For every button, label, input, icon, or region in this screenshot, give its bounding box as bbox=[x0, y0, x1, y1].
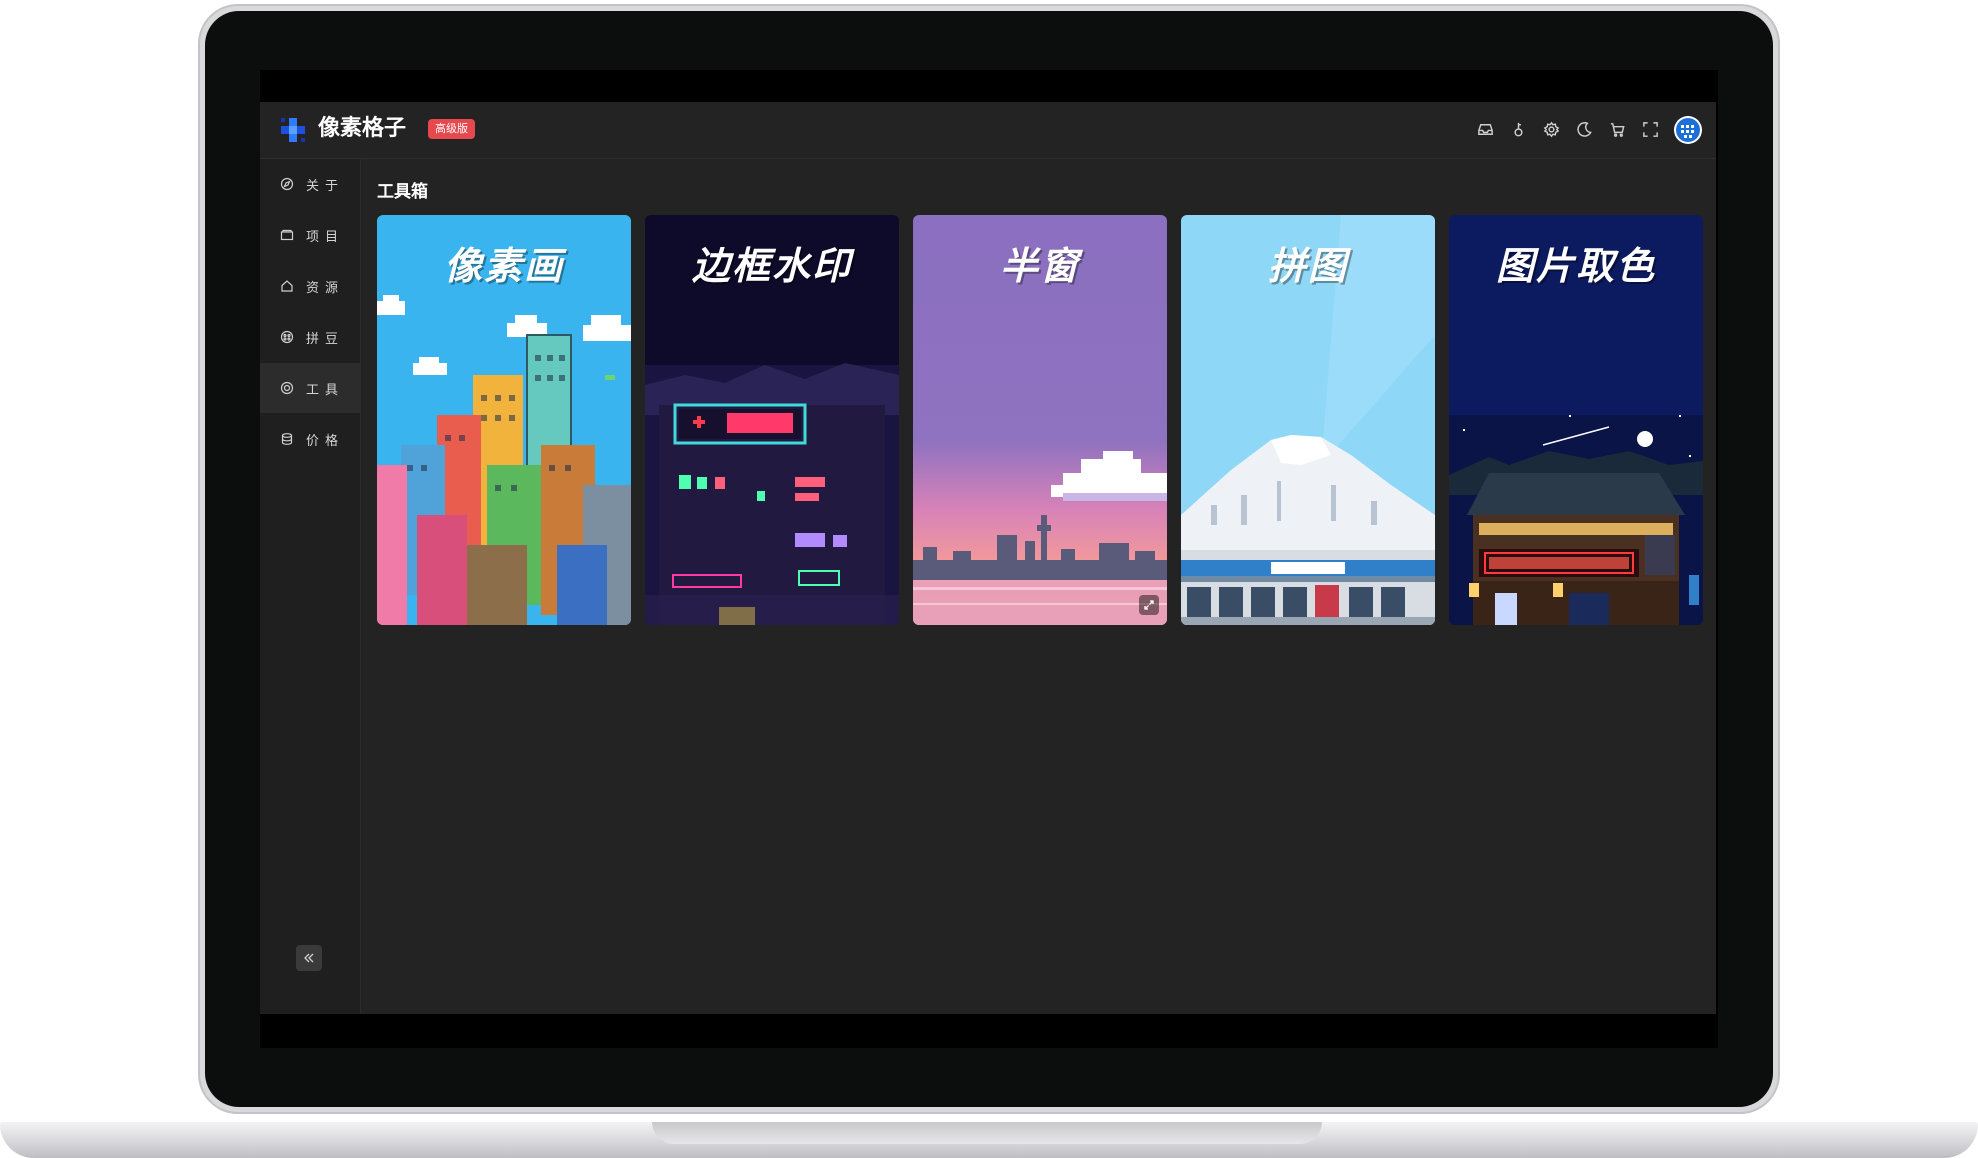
sidebar-item-label: 关于 bbox=[306, 178, 345, 194]
tool-card-color-picker[interactable]: 图片取色 bbox=[1449, 215, 1703, 625]
header-actions bbox=[1476, 120, 1660, 139]
tool-icon bbox=[280, 381, 294, 395]
sidebar-item-tools[interactable]: 工具 bbox=[260, 363, 360, 413]
folder-icon bbox=[280, 229, 294, 241]
home-icon bbox=[281, 280, 293, 292]
sidebar-item-resources[interactable]: 资源 bbox=[260, 261, 360, 311]
moon-icon[interactable] bbox=[1575, 120, 1594, 139]
user-avatar[interactable] bbox=[1674, 116, 1702, 144]
app-title[interactable]: 像素格子 bbox=[318, 114, 406, 144]
sidebar: 关于 项目 资源 拼豆 工具 价格 bbox=[260, 159, 361, 1014]
tool-card-title: 图片取色 bbox=[1495, 244, 1656, 288]
tool-card-border-watermark[interactable]: 边框水印 bbox=[645, 215, 899, 625]
tool-card-title: 拼图 bbox=[1267, 244, 1348, 288]
app-logo-icon[interactable] bbox=[278, 115, 308, 145]
tool-card-title: 半窗 bbox=[999, 244, 1080, 288]
collapse-sidebar-button[interactable] bbox=[296, 945, 322, 971]
sidebar-item-pricing[interactable]: 价格 bbox=[260, 414, 360, 464]
sidebar-item-label: 工具 bbox=[306, 382, 345, 398]
sidebar-item-label: 资源 bbox=[306, 280, 345, 296]
database-icon bbox=[281, 433, 293, 445]
sidebar-item-projects[interactable]: 项目 bbox=[260, 210, 360, 260]
fullscreen-icon[interactable] bbox=[1641, 120, 1660, 139]
premium-badge: 高级版 bbox=[428, 119, 475, 139]
laptop-base-notch bbox=[652, 1122, 1322, 1144]
screen: 像素格子 高级版 关于 项目 资源 拼豆 工具 价格 工具箱 像素画 边框水印 … bbox=[260, 70, 1718, 1048]
sidebar-item-label: 价格 bbox=[306, 433, 345, 449]
bead-icon bbox=[280, 330, 294, 344]
page-title: 工具箱 bbox=[377, 182, 428, 202]
tool-card-title: 边框水印 bbox=[691, 244, 852, 288]
sidebar-item-label: 项目 bbox=[306, 229, 345, 245]
top-bar: 像素格子 高级版 bbox=[260, 102, 1716, 159]
tool-card-half-window[interactable]: 半窗 bbox=[913, 215, 1167, 625]
expand-icon[interactable] bbox=[1139, 595, 1159, 615]
app-window: 像素格子 高级版 关于 项目 资源 拼豆 工具 价格 工具箱 像素画 边框水印 … bbox=[260, 102, 1716, 1014]
main-content: 工具箱 像素画 边框水印 半窗 拼图 图片取色 bbox=[361, 159, 1716, 1014]
sidebar-item-beads[interactable]: 拼豆 bbox=[260, 312, 360, 362]
cart-icon[interactable] bbox=[1608, 120, 1627, 139]
tool-card-pixel-art[interactable]: 像素画 bbox=[377, 215, 631, 625]
tool-card-puzzle[interactable]: 拼图 bbox=[1181, 215, 1435, 625]
tool-card-title: 像素画 bbox=[443, 244, 564, 288]
key-icon[interactable] bbox=[1509, 120, 1528, 139]
compass-icon bbox=[280, 177, 294, 191]
gear-icon[interactable] bbox=[1542, 120, 1561, 139]
double-chevron-left-icon bbox=[304, 953, 314, 963]
inbox-icon[interactable] bbox=[1476, 120, 1495, 139]
sidebar-item-about[interactable]: 关于 bbox=[260, 159, 360, 209]
sidebar-item-label: 拼豆 bbox=[306, 331, 345, 347]
